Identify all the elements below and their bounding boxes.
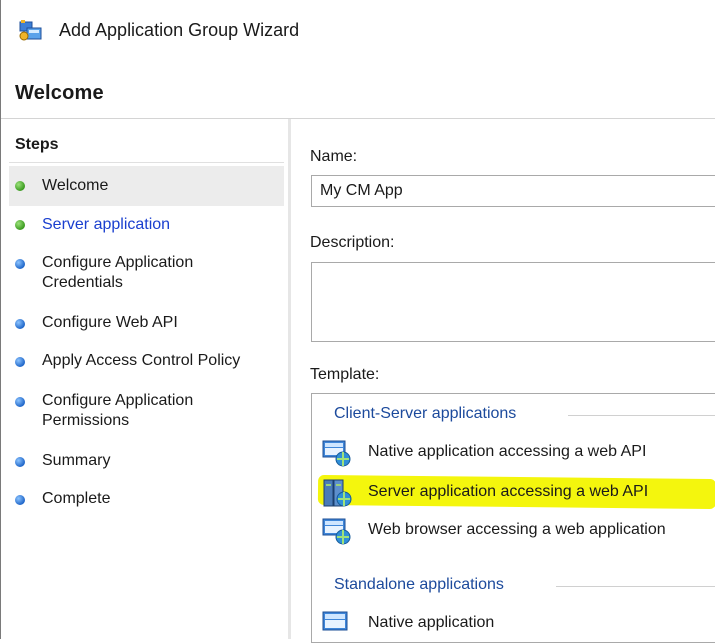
step-status-icon [15, 495, 25, 505]
title-bar: Add Application Group Wizard [1, 0, 715, 60]
name-label: Name: [310, 148, 358, 165]
step-label[interactable]: Server application [42, 215, 170, 234]
step-status-icon [15, 357, 25, 367]
template-item-label: Server application accessing a web API [368, 483, 649, 500]
description-input[interactable] [311, 262, 715, 342]
step-status-icon [15, 181, 25, 191]
step-configure-application-permissions[interactable]: Configure Application Permissions [9, 386, 284, 434]
page-header [1, 60, 715, 115]
step-label-line1: Configure Application [42, 254, 194, 271]
step-label: Complete [42, 490, 111, 507]
page-title: Welcome [15, 82, 104, 104]
step-label-line2: Credentials [42, 274, 123, 291]
web-browser-app-icon [322, 518, 351, 545]
wizard-window: Add Application Group Wizard Welcome Ste… [0, 0, 715, 643]
step-label-line2: Permissions [42, 412, 130, 429]
step-server-application[interactable]: Server application [9, 206, 284, 244]
native-app-icon [322, 611, 348, 631]
step-configure-application-credentials[interactable]: Configure Application Credentials [9, 248, 284, 296]
step-status-icon [15, 220, 25, 230]
step-welcome[interactable]: Welcome [9, 166, 284, 206]
step-status-icon [15, 259, 25, 269]
application-group-icon [19, 20, 42, 41]
window-title: Add Application Group Wizard [59, 20, 300, 40]
server-app-icon [323, 479, 352, 507]
template-item-web-browser-web-app[interactable]: Web browser accessing a web application [320, 514, 715, 548]
step-summary[interactable]: Summary [9, 446, 284, 476]
template-item-label: Native application [368, 614, 495, 631]
template-item-label: Native application accessing a web API [368, 443, 647, 460]
steps-title-divider [9, 162, 284, 163]
step-label: Apply Access Control Policy [42, 352, 241, 369]
step-apply-access-control-policy[interactable]: Apply Access Control Policy [9, 346, 284, 376]
step-label: Configure Web API [42, 314, 178, 331]
step-label: Summary [42, 452, 111, 469]
group-header-client-server: Client-Server applications [334, 405, 517, 422]
name-input[interactable] [311, 175, 715, 207]
group-rule [568, 415, 715, 416]
template-list[interactable]: Client-Server applications Native applic… [311, 393, 715, 643]
template-item-native-app-web-api[interactable]: Native application accessing a web API [320, 436, 715, 470]
template-item-server-app-web-api[interactable]: Server application accessing a web API [320, 476, 715, 510]
step-label: Welcome [42, 177, 109, 194]
group-rule [556, 586, 715, 587]
step-status-icon [15, 397, 25, 407]
template-item-native-app[interactable]: Native application [320, 607, 715, 641]
steps-title: Steps [15, 136, 59, 153]
template-label: Template: [310, 366, 380, 383]
group-header-standalone: Standalone applications [334, 576, 504, 593]
step-configure-web-api[interactable]: Configure Web API [9, 308, 284, 338]
description-label: Description: [310, 234, 395, 251]
step-status-icon [15, 457, 25, 467]
step-complete[interactable]: Complete [9, 484, 284, 514]
template-item-label: Web browser accessing a web application [368, 521, 666, 538]
step-label-line1: Configure Application [42, 392, 194, 409]
native-app-icon [322, 440, 351, 467]
step-status-icon [15, 319, 25, 329]
